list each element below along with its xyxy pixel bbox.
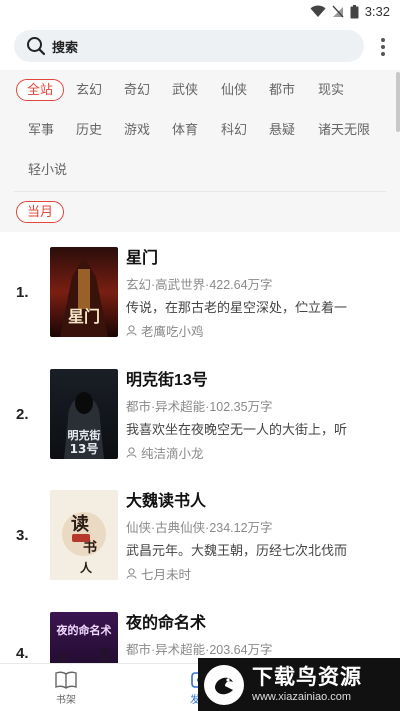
svg-text:人: 人: [80, 560, 93, 575]
tab-bookshelf[interactable]: 书架: [26, 664, 106, 711]
list-item[interactable]: 2. 明克街 13号 明克街13号 都市·异术超能·102.35万字 我喜欢坐在…: [0, 354, 400, 474]
svg-text:夜的命名术: 夜的命名术: [56, 623, 112, 637]
list-item[interactable]: 1. 星门 星门 玄幻·高武世界·422.64万字 传说，在那古老的星空深处，伫…: [0, 232, 400, 352]
genre-chip[interactable]: 都市: [269, 79, 295, 101]
book-title: 大魏读书人: [126, 493, 207, 510]
svg-text:读: 读: [71, 513, 89, 535]
watermark-title: 下载鸟资源: [252, 665, 362, 689]
wifi-icon: [310, 5, 326, 17]
genre-chip-all[interactable]: 全站: [16, 79, 65, 101]
rank-number: 1.: [16, 284, 29, 301]
person-icon: [126, 568, 137, 579]
bird-logo-icon: [204, 664, 244, 705]
clock: 3:32: [364, 4, 390, 19]
genre-chip[interactable]: 军事: [28, 119, 54, 141]
author-name: 纯洁滴小龙: [141, 447, 204, 461]
book-meta: 都市·异术超能·102.35万字: [126, 400, 273, 414]
tab-label: 书架: [56, 694, 76, 706]
book-meta: 仙侠·古典仙侠·234.12万字: [126, 521, 273, 535]
book-title: 明克街13号: [126, 372, 208, 389]
book-meta: 都市·异术超能·203.64万字: [126, 643, 273, 657]
genre-chip[interactable]: 现实: [318, 79, 344, 101]
search-row: 搜索: [0, 24, 400, 70]
status-bar: 3:32: [0, 0, 400, 24]
search-bar[interactable]: 搜索: [14, 30, 364, 62]
search-label: 搜索: [52, 39, 79, 55]
person-icon: [126, 325, 137, 336]
author-name: 老鹰吃小鸡: [141, 325, 204, 339]
book-cover[interactable]: 星门: [50, 247, 118, 337]
more-menu-button[interactable]: [380, 38, 386, 56]
genre-chip[interactable]: 轻小说: [28, 159, 67, 181]
book-title: 星门: [126, 250, 159, 267]
rank-number: 3.: [16, 527, 29, 544]
filter-divider: [14, 191, 386, 192]
svg-text:明克街: 明克街: [68, 428, 101, 442]
book-cover[interactable]: 读 书 人: [50, 490, 118, 580]
rank-number: 4.: [16, 645, 29, 662]
book-description: 我喜欢坐在夜晚空无一人的大街上，听: [126, 422, 348, 437]
genre-chip[interactable]: 悬疑: [269, 119, 295, 141]
book-author: 老鹰吃小鸡: [126, 321, 394, 340]
genre-chip[interactable]: 游戏: [124, 119, 150, 141]
rank-number: 2.: [16, 406, 29, 423]
battery-icon: [350, 4, 359, 18]
book-title: 夜的命名术: [126, 615, 207, 632]
more-dot-icon: [381, 45, 385, 49]
genre-chip[interactable]: 历史: [76, 119, 102, 141]
search-icon: [27, 37, 46, 56]
genre-chip[interactable]: 奇幻: [124, 79, 150, 101]
filter-panel: 全站 玄幻 奇幻 武侠 仙侠 都市 现实 军事 历史 游戏 体育 科幻 悬疑 诸…: [0, 70, 400, 232]
genre-chip[interactable]: 诸天无限: [318, 119, 370, 141]
book-description: 传说，在那古老的星空深处，伫立着一: [126, 300, 348, 315]
status-icons: 3:32: [310, 4, 390, 19]
author-name: 七月未时: [141, 568, 192, 582]
genre-chip[interactable]: 仙侠: [221, 79, 247, 101]
signal-off-icon: [332, 5, 344, 18]
book-meta: 玄幻·高武世界·422.64万字: [126, 278, 273, 292]
scrollbar-thumb[interactable]: [396, 72, 400, 132]
book-description: 武昌元年。大魏王朝，历经七次北伐而: [126, 543, 348, 558]
book-icon: [55, 671, 77, 689]
genre-chip[interactable]: 玄幻: [76, 79, 102, 101]
person-icon: [126, 447, 137, 458]
book-cover[interactable]: 明克街 13号: [50, 369, 118, 459]
period-chip[interactable]: 当月: [16, 201, 65, 223]
list-item[interactable]: 3. 读 书 人 大魏读书人 仙侠·古典仙侠·234.12万字 武昌元年。大魏王…: [0, 475, 400, 595]
book-author: 纯洁滴小龙: [126, 443, 394, 462]
watermark-banner: 下载鸟资源 www.xiazainiao.com: [198, 658, 400, 711]
book-author: 七月未时: [126, 564, 394, 583]
genre-chip[interactable]: 武侠: [172, 79, 198, 101]
more-dot-icon: [381, 52, 385, 56]
svg-text:星门: 星门: [68, 307, 100, 326]
genre-chip[interactable]: 体育: [172, 119, 198, 141]
watermark-url: www.xiazainiao.com: [252, 690, 352, 703]
svg-text:13号: 13号: [70, 441, 99, 456]
more-dot-icon: [381, 38, 385, 42]
genre-chip[interactable]: 科幻: [221, 119, 247, 141]
